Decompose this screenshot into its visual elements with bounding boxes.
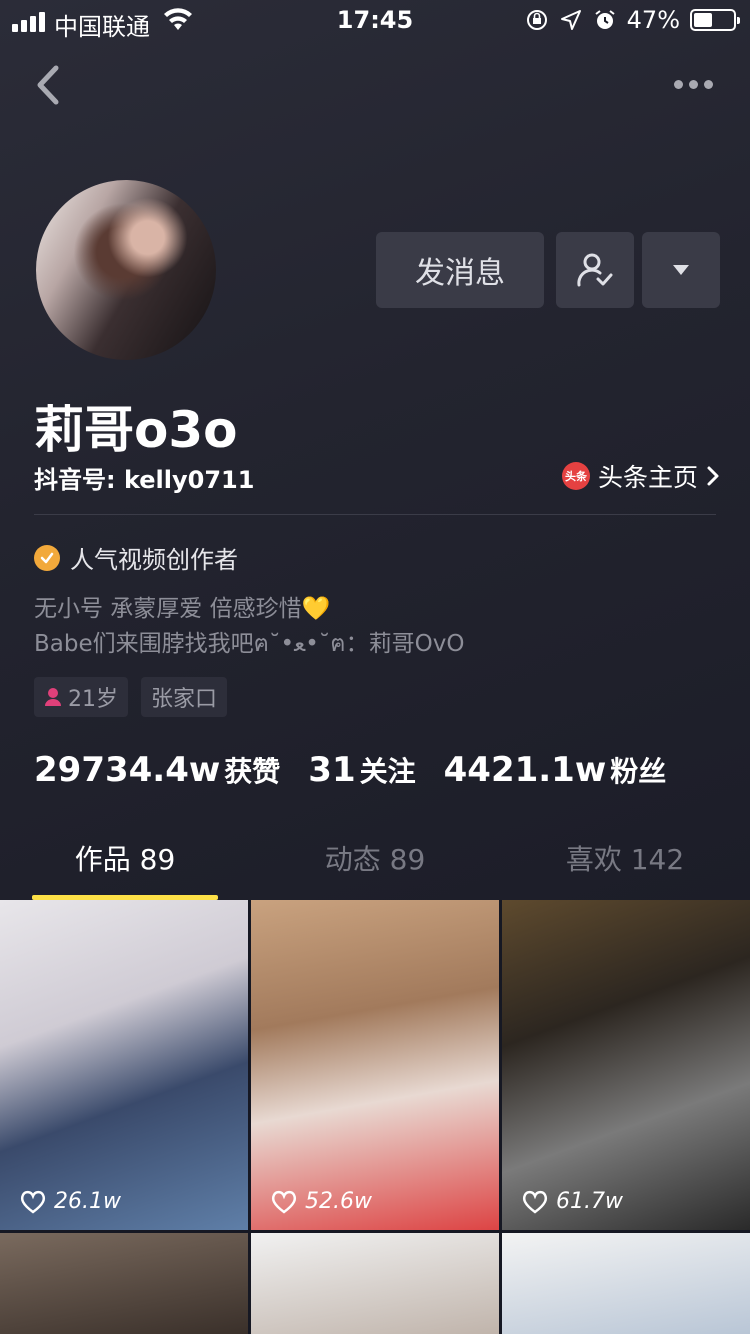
avatar[interactable] [36, 180, 216, 360]
heart-icon [522, 1190, 548, 1214]
send-message-button[interactable]: 发消息 [376, 232, 544, 308]
video-grid: 26.1w 52.6w 61.7w [0, 900, 750, 1334]
video-likes: 61.7w [522, 1189, 623, 1214]
toutiao-homepage-link[interactable]: 头条 头条主页 [561, 458, 720, 494]
verification-label: 人气视频创作者 [70, 546, 238, 574]
video-likes-count: 61.7w [556, 1189, 623, 1214]
heart-icon [271, 1190, 297, 1214]
video-likes-count: 52.6w [305, 1189, 372, 1214]
heart-icon [20, 1190, 46, 1214]
tab-works[interactable]: 作品 89 [0, 820, 250, 900]
likes-label: 获赞 [224, 755, 281, 788]
profile-nickname: 莉哥o3o [34, 401, 238, 459]
video-likes-count: 26.1w [54, 1189, 121, 1214]
back-button[interactable] [28, 62, 68, 108]
video-thumbnail[interactable] [502, 1233, 750, 1334]
following-count[interactable]: 31 [308, 750, 355, 790]
douyin-id: 抖音号: kelly0711 [34, 466, 255, 494]
divider [34, 514, 716, 515]
followers-label[interactable]: 粉丝 [610, 750, 666, 790]
video-thumbnail[interactable]: 61.7w [502, 900, 750, 1230]
dropdown-button[interactable] [642, 232, 720, 308]
chevron-right-icon [707, 466, 719, 486]
likes-count: 29734.4w [34, 750, 221, 790]
video-likes: 26.1w [20, 1189, 121, 1214]
toutiao-link-label: 头条主页 [597, 463, 698, 492]
city-tag: 张家口 [141, 677, 228, 717]
female-gender-icon [45, 688, 61, 706]
video-likes: 52.6w [271, 1189, 372, 1214]
follow-status-button[interactable] [556, 232, 634, 308]
status-bar: 中国联通 17:45 47% [0, 0, 750, 41]
toutiao-logo-icon: 头条 [561, 462, 590, 490]
bio-line: Babe们来围脖找我吧ฅ˘•ﻌ•˘ฅ：莉哥OvO [34, 631, 465, 657]
stats-row: 29734.4w 获赞 31 关注 4421.1w 粉丝 [34, 750, 694, 790]
video-thumbnail[interactable] [251, 1233, 499, 1334]
video-thumbnail[interactable] [0, 1233, 248, 1334]
age-label: 21岁 [68, 687, 118, 712]
verification-row: 人气视频创作者 [34, 540, 238, 575]
alarm-icon [595, 10, 615, 29]
video-thumbnail[interactable]: 52.6w [251, 900, 499, 1230]
video-thumbnail[interactable]: 26.1w [0, 900, 248, 1230]
battery-percent: 47% [626, 6, 680, 34]
bio-line: 无小号 承蒙厚爱 倍感珍惜💛 [34, 596, 331, 622]
followers-count[interactable]: 4421.1w [444, 750, 607, 790]
age-tag: 21岁 [34, 677, 128, 717]
tab-likes[interactable]: 喜欢 142 [500, 820, 750, 900]
content-tabs: 作品 89 动态 89 喜欢 142 [0, 820, 750, 900]
more-options-button[interactable] [674, 72, 714, 96]
city-label: 张家口 [151, 687, 218, 712]
following-label[interactable]: 关注 [360, 750, 416, 790]
user-check-icon [577, 253, 613, 287]
battery-icon [690, 9, 740, 31]
tab-posts[interactable]: 动态 89 [250, 820, 500, 900]
location-icon [560, 10, 581, 30]
triangle-down-icon [673, 265, 689, 275]
verified-badge-icon [34, 544, 60, 571]
send-message-label: 发消息 [415, 256, 505, 291]
rotation-lock-icon [526, 10, 547, 30]
